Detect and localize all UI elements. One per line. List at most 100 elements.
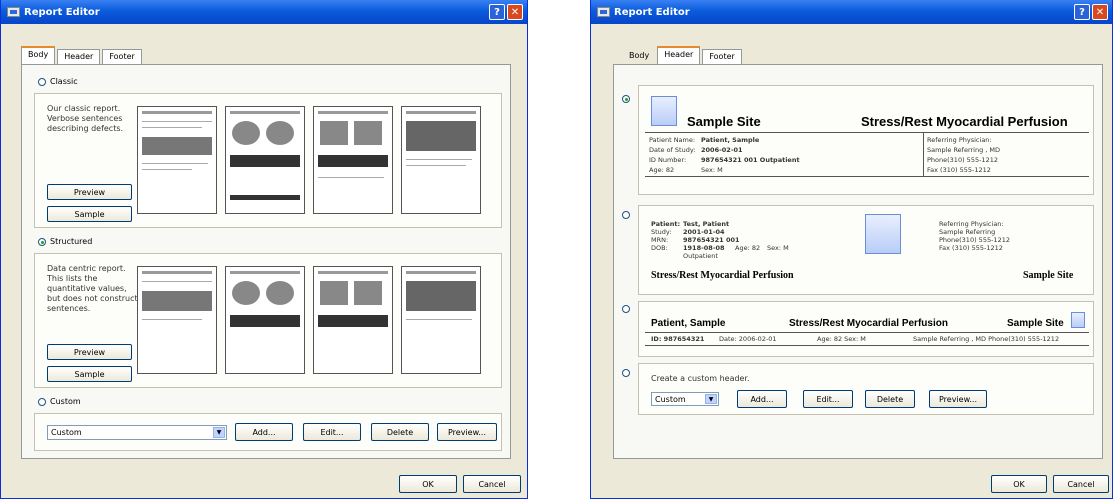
classic-page-thumbnail [225, 106, 305, 214]
structured-page-thumbnail [313, 266, 393, 374]
age: Age: 82 [649, 166, 675, 174]
outpatient: Outpatient [683, 252, 718, 260]
radio-indicator [38, 397, 46, 406]
preview-button[interactable]: Preview... [437, 423, 497, 441]
structured-page-thumbnail [225, 266, 305, 374]
tab-footer[interactable]: Footer [102, 49, 142, 64]
classic-page-thumbnail [401, 106, 481, 214]
dob: 1918-08-08 [683, 244, 725, 252]
tab-header[interactable]: Header [657, 46, 701, 64]
custom-header-text: Create a custom header. [651, 374, 750, 383]
radio-indicator [622, 211, 630, 219]
window-title: Report Editor [614, 6, 690, 18]
patient-label: Patient: [651, 220, 681, 228]
preview-button[interactable]: Preview... [929, 390, 987, 408]
help-icon[interactable]: ? [1074, 4, 1090, 20]
add-button[interactable]: Add... [235, 423, 293, 441]
study-label: Study: [651, 228, 672, 236]
report-title: Stress/Rest Myocardial Perfusion [789, 318, 948, 329]
age-sex: Age: 82 Sex: M [817, 335, 866, 343]
header-option-2: Patient: Test, Patient Study: 2001-01-04… [638, 205, 1094, 295]
mrn: 987654321 001 [683, 236, 740, 244]
radio-indicator [38, 77, 46, 86]
sex: Sex: M [701, 166, 723, 174]
header-option-1-radio[interactable] [622, 95, 630, 103]
classic-page-thumbnail [313, 106, 393, 214]
ref-label: Referring Physician: [927, 136, 992, 144]
close-icon[interactable]: ✕ [1092, 4, 1108, 20]
structured-description: Data centric report. This lists the quan… [47, 264, 138, 313]
custom-select[interactable]: Custom ▼ [651, 392, 719, 406]
radio-indicator [622, 95, 630, 103]
cancel-button[interactable]: Cancel [463, 475, 521, 493]
tab-strip: Body Header Footer [21, 46, 144, 64]
classic-preview-button[interactable]: Preview [47, 184, 132, 200]
custom-radio[interactable]: Custom [38, 397, 81, 406]
phone: Phone(310) 555-1212 [927, 156, 998, 164]
phone: Phone(310) 555-1212 [939, 236, 1010, 244]
custom-header-radio[interactable] [622, 369, 630, 377]
classic-description: Our classic report. Verbose sentences de… [47, 104, 124, 133]
header-tab-panel: Sample Site Stress/Rest Myocardial Perfu… [613, 64, 1103, 459]
body-tab-panel: Classic Our classic report. Verbose sent… [21, 64, 511, 459]
classic-sample-button[interactable]: Sample [47, 206, 132, 222]
close-icon[interactable]: ✕ [507, 4, 523, 20]
radio-indicator [38, 237, 46, 246]
delete-button[interactable]: Delete [865, 390, 915, 408]
dob-label: DOB: [651, 244, 668, 252]
age: Age: 82 [735, 244, 761, 252]
report-editor-window-header: Report Editor ? ✕ Body Header Footer Sam… [590, 0, 1113, 499]
tab-header[interactable]: Header [57, 49, 101, 64]
edit-button[interactable]: Edit... [303, 423, 361, 441]
add-button[interactable]: Add... [737, 390, 787, 408]
classic-label: Classic [50, 77, 78, 86]
ok-button[interactable]: OK [991, 475, 1047, 493]
site-name: Sample Site [687, 114, 761, 129]
custom-select[interactable]: Custom ▼ [47, 425, 227, 440]
header-option-3-radio[interactable] [622, 305, 630, 313]
header-option-1: Sample Site Stress/Rest Myocardial Perfu… [638, 85, 1094, 195]
document-logo-icon [1071, 312, 1085, 328]
edit-button[interactable]: Edit... [803, 390, 853, 408]
fax: Fax (310) 555-1212 [927, 166, 991, 174]
site-name: Sample Site [1023, 270, 1074, 281]
report-title: Stress/Rest Myocardial Perfusion [651, 270, 794, 281]
structured-group: Data centric report. This lists the quan… [34, 253, 502, 388]
patient: Test, Patient [683, 220, 730, 228]
ref-physician: Sample Referring , MD [927, 146, 1001, 154]
id-label: ID Number: [649, 156, 687, 164]
delete-button[interactable]: Delete [371, 423, 429, 441]
patient-name: Patient, Sample [701, 136, 760, 144]
chevron-down-icon[interactable]: ▼ [213, 427, 225, 438]
tab-footer[interactable]: Footer [702, 49, 742, 64]
date-label: Date of Study: [649, 146, 696, 154]
header-option-2-radio[interactable] [622, 211, 630, 219]
study-date: 2006-02-01 [701, 146, 743, 154]
ok-button[interactable]: OK [399, 475, 457, 493]
window-title: Report Editor [24, 6, 100, 18]
patient-name-label: Patient Name: [649, 136, 696, 144]
report-title: Stress/Rest Myocardial Perfusion [861, 114, 1068, 129]
tab-strip: Body Header Footer [623, 46, 744, 64]
ref-physician: Sample Referring , MD Phone(310) 555-121… [913, 335, 1060, 343]
radio-indicator [622, 305, 630, 313]
help-icon[interactable]: ? [489, 4, 505, 20]
title-bar: Report Editor ? ✕ [591, 0, 1112, 24]
structured-preview-button[interactable]: Preview [47, 344, 132, 360]
document-logo-icon [865, 214, 901, 254]
structured-label: Structured [50, 237, 93, 246]
custom-label: Custom [50, 397, 81, 406]
structured-page-thumbnail [137, 266, 217, 374]
sex: Sex: M [767, 244, 789, 252]
structured-sample-button[interactable]: Sample [47, 366, 132, 382]
chevron-down-icon[interactable]: ▼ [705, 394, 717, 404]
tab-body[interactable]: Body [623, 49, 655, 64]
id-number: ID: 987654321 [651, 335, 705, 343]
custom-group: Custom ▼ Add... Edit... Delete Preview..… [34, 413, 502, 451]
cancel-button[interactable]: Cancel [1053, 475, 1109, 493]
study: 2001-01-04 [683, 228, 725, 236]
tab-body[interactable]: Body [21, 46, 56, 64]
classic-radio[interactable]: Classic [38, 77, 78, 86]
structured-radio[interactable]: Structured [38, 237, 92, 246]
app-icon [597, 7, 610, 17]
